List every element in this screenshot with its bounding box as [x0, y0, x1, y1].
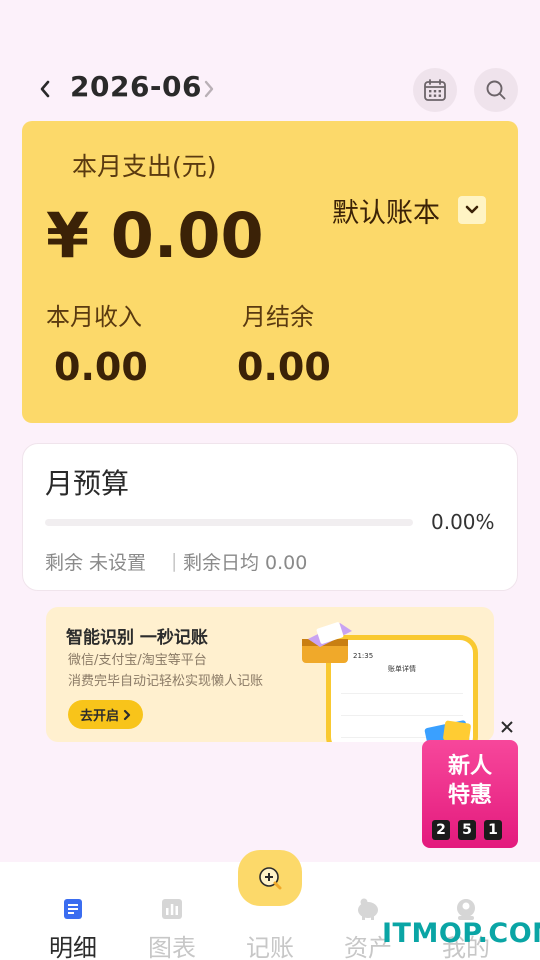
account-book-selector[interactable]: 默认账本 — [332, 191, 440, 230]
phone-row — [341, 680, 463, 694]
calendar-button[interactable] — [413, 68, 457, 112]
expense-amount: ¥ 0.00 — [46, 199, 264, 272]
current-month[interactable]: 2026-06 — [70, 70, 202, 103]
income-label: 本月收入 — [46, 303, 142, 331]
enable-button-label: 去开启 — [80, 709, 120, 724]
promo-description: 消费完毕自动记轻松实现懒人记账 — [68, 674, 264, 689]
countdown-digit: 2 — [432, 820, 450, 840]
budget-percent: 0.00% — [431, 510, 495, 534]
chart-icon — [159, 896, 185, 922]
new-user-coupon[interactable]: 新人 特惠 2 5 1 — [410, 716, 526, 852]
next-month-button[interactable] — [198, 76, 220, 102]
piggy-bank-icon — [355, 896, 381, 922]
budget-daily-average: 剩余日均 0.00 — [183, 552, 308, 574]
month-header: 2026-06 — [0, 66, 540, 112]
treasure-box-illustration — [302, 622, 352, 663]
calendar-icon — [424, 79, 446, 101]
coupon-countdown: 2 5 1 — [432, 820, 502, 840]
monthly-budget-card[interactable]: 月预算 0.00% 剩余 未设置 | 剩余日均 0.00 — [22, 443, 518, 591]
budget-progress-bar — [45, 519, 413, 526]
tab-charts[interactable]: 图表 — [132, 896, 212, 960]
balance-label: 月结余 — [242, 303, 314, 331]
budget-remaining: 剩余 未设置 — [45, 552, 147, 574]
add-record-button[interactable] — [238, 850, 302, 906]
countdown-digit: 5 — [458, 820, 476, 840]
tab-label: 记账 — [246, 934, 294, 960]
list-icon — [60, 896, 86, 922]
budget-separator: | — [171, 550, 178, 572]
balance-value: 0.00 — [237, 345, 331, 389]
tab-label: 明细 — [49, 934, 97, 960]
coupon-body: 新人 特惠 2 5 1 — [422, 740, 518, 848]
chevron-left-icon — [40, 80, 50, 98]
promo-title: 智能识别 一秒记账 — [66, 628, 208, 648]
chevron-right-icon — [123, 709, 131, 720]
tab-label: 图表 — [148, 934, 196, 960]
add-icon — [259, 867, 282, 890]
coupon-line-1: 新人 — [447, 754, 492, 779]
promo-subtitle: 微信/支付宝/淘宝等平台 — [68, 653, 207, 668]
search-button[interactable] — [474, 68, 518, 112]
expense-label: 本月支出(元) — [72, 152, 217, 181]
income-value: 0.00 — [54, 345, 148, 389]
enable-button[interactable]: 去开启 — [68, 700, 144, 729]
countdown-digit: 1 — [484, 820, 502, 840]
phone-row — [341, 702, 463, 716]
account-book-dropdown[interactable] — [458, 196, 486, 224]
budget-title: 月预算 — [45, 467, 130, 500]
coupon-line-2: 特惠 — [447, 783, 492, 808]
watermark: ITMOP.COM — [382, 918, 540, 949]
chevron-down-icon — [465, 205, 479, 214]
chevron-right-icon — [204, 80, 214, 98]
prev-month-button[interactable] — [34, 76, 56, 102]
monthly-summary-card: 本月支出(元) ¥ 0.00 默认账本 本月收入 0.00 月结余 0.00 — [22, 121, 518, 423]
search-icon — [486, 80, 506, 100]
tab-details[interactable]: 明细 — [33, 896, 113, 960]
